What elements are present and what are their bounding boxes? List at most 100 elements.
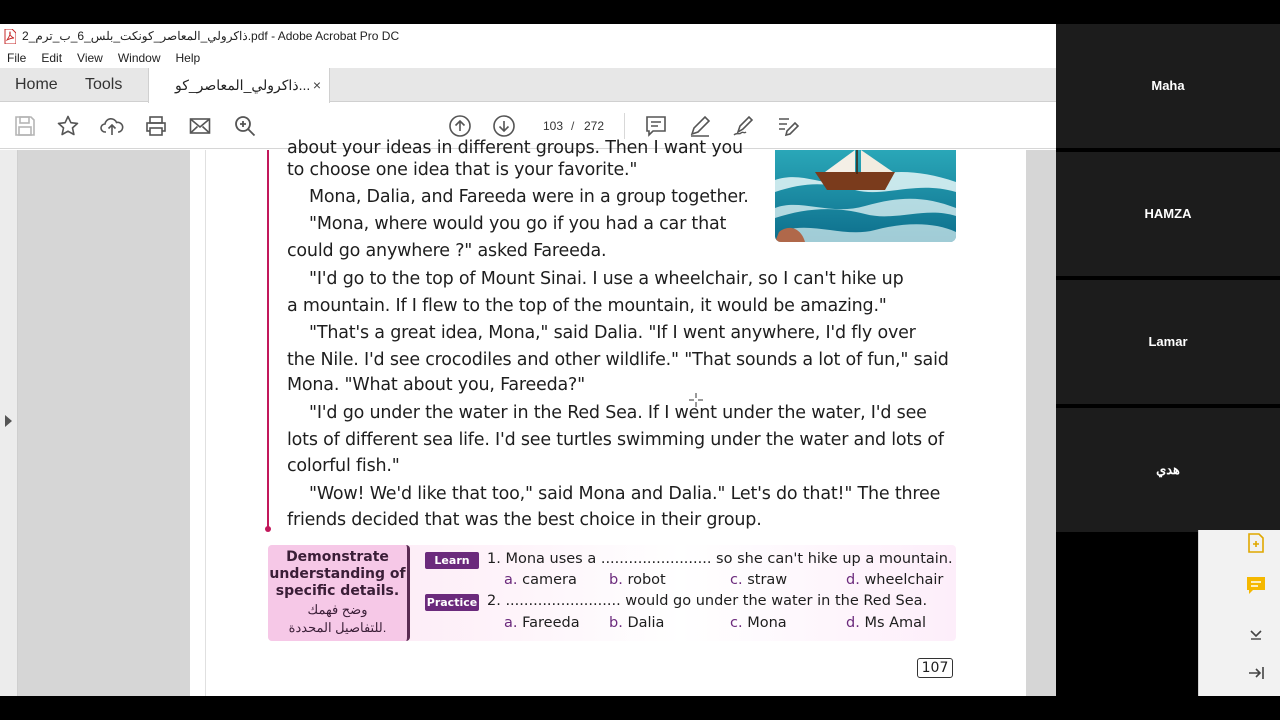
comment-icon[interactable]	[644, 114, 668, 138]
page-margin-line	[205, 150, 206, 696]
story-line: about your ideas in different groups. Th…	[287, 138, 743, 158]
page-down-icon[interactable]	[492, 114, 516, 138]
tab-document-label: ذاكرولي_المعاصر_كو...	[175, 77, 311, 93]
participant-tile[interactable]: Maha	[1056, 24, 1280, 148]
search-icon[interactable]	[233, 114, 257, 138]
question-2: 2. ......................... would go un…	[487, 593, 928, 609]
activity-box: Demonstrate understanding of specific de…	[268, 545, 956, 641]
window-title: ذاكرولي_المعاصر_كونكت_بلس_6_ب_ترم_2.pdf …	[22, 29, 400, 43]
sign-icon[interactable]	[732, 114, 756, 138]
skill-heading-line: Demonstrate	[286, 549, 389, 565]
pdf-page: about your ideas in different groups. Th…	[190, 138, 1026, 696]
story-line: a mountain. If I flew to the top of the …	[287, 296, 887, 316]
toolbar-divider	[624, 113, 625, 139]
story-line: "That's a great idea, Mona," said Dalia.…	[309, 323, 916, 343]
page-total: 272	[584, 119, 605, 133]
story-line: Mona. "What about you, Fareeda?"	[287, 375, 585, 395]
story-line: lots of different sea life. I'd see turt…	[287, 430, 944, 450]
acrobat-window: ذاكرولي_المعاصر_كونكت_بلس_6_ب_ترم_2.pdf …	[0, 24, 1056, 696]
collapse-panel-icon[interactable]	[1245, 662, 1267, 684]
option-letter: b.	[609, 572, 623, 588]
option-text: camera	[522, 572, 577, 588]
participant-name: Lamar	[1148, 334, 1188, 349]
participant-name: HAMZA	[1144, 206, 1192, 221]
close-tab-icon[interactable]: ×	[313, 68, 321, 102]
participant-tile[interactable]: HAMZA	[1056, 152, 1280, 276]
left-panel-toggle[interactable]	[0, 150, 18, 696]
edit-icon[interactable]	[776, 114, 800, 138]
menu-help[interactable]: Help	[169, 51, 209, 65]
story-line: "I'd go under the water in the Red Sea. …	[309, 403, 927, 423]
page-number-input[interactable]: 103	[532, 116, 574, 136]
star-icon[interactable]	[56, 114, 80, 138]
menu-window[interactable]: Window	[111, 51, 169, 65]
right-tools-panel	[1198, 530, 1280, 696]
tab-home[interactable]: Home	[15, 68, 58, 102]
option-letter: c.	[730, 615, 743, 631]
story-margin-dot	[265, 526, 271, 532]
option-letter: b.	[609, 615, 623, 631]
option-text: straw	[747, 572, 788, 588]
skill-heading-arabic: وضح فهمك	[307, 602, 368, 617]
option-text: wheelchair	[864, 572, 944, 588]
title-bar: ذاكرولي_المعاصر_كونكت_بلس_6_ب_ترم_2.pdf …	[0, 24, 1056, 48]
option-text: Fareeda	[522, 615, 580, 631]
menu-bar: File Edit View Window Help	[0, 48, 1056, 68]
menu-edit[interactable]: Edit	[34, 51, 70, 65]
menu-file[interactable]: File	[0, 51, 34, 65]
q2-option-d: d. Ms Amal	[846, 615, 926, 631]
skill-heading-line: specific details.	[275, 583, 400, 599]
export-pdf-icon[interactable]	[1245, 532, 1267, 554]
participant-tile[interactable]: Lamar	[1056, 280, 1280, 404]
comment-tool-icon[interactable]	[1245, 575, 1267, 597]
screen: ذاكرولي_المعاصر_كونكت_بلس_6_ب_ترم_2.pdf …	[0, 0, 1280, 720]
crosshair-cursor-icon	[689, 393, 703, 407]
q2-option-b: b. Dalia	[609, 615, 664, 631]
q1-option-c: c. straw	[730, 572, 787, 588]
story-line: friends decided that was the best choice…	[287, 510, 762, 530]
print-icon[interactable]	[144, 114, 168, 138]
story-line: could go anywhere ?" asked Fareeda.	[287, 241, 607, 261]
q1-option-b: b. robot	[609, 572, 666, 588]
story-line: "Wow! We'd like that too," said Mona and…	[309, 484, 941, 504]
q1-option-d: d. wheelchair	[846, 572, 943, 588]
skill-heading-line: understanding of	[269, 566, 406, 582]
sailboat-illustration	[775, 150, 956, 242]
participant-tile[interactable]: هدي	[1056, 408, 1280, 532]
option-text: Dalia	[627, 615, 665, 631]
pdf-file-icon	[4, 28, 16, 44]
practice-badge: Practice	[425, 594, 479, 611]
option-letter: d.	[846, 572, 860, 588]
option-letter: a.	[504, 615, 518, 631]
chevron-down-icon[interactable]	[1245, 623, 1267, 645]
story-line: "Mona, where would you go if you had a c…	[309, 214, 727, 234]
tab-tools[interactable]: Tools	[85, 68, 122, 102]
story-line: the Nile. I'd see crocodiles and other w…	[287, 350, 949, 370]
menu-view[interactable]: View	[70, 51, 111, 65]
page-number-badge: 107	[917, 658, 953, 678]
option-text: Ms Amal	[864, 615, 927, 631]
mail-icon[interactable]	[188, 114, 212, 138]
option-letter: c.	[730, 572, 743, 588]
skill-heading-box: Demonstrate understanding of specific de…	[268, 545, 410, 641]
learn-badge: Learn	[425, 552, 479, 569]
pen-icon[interactable]	[688, 114, 712, 138]
tab-bar: Home Tools ذاكرولي_المعاصر_كو... ×	[0, 68, 1056, 103]
option-text: Mona	[747, 615, 787, 631]
story-line: "I'd go to the top of Mount Sinai. I use…	[309, 269, 904, 289]
q1-option-a: a. camera	[504, 572, 577, 588]
upload-icon[interactable]	[100, 114, 124, 138]
tab-document[interactable]: ذاكرولي_المعاصر_كو... ×	[148, 68, 330, 103]
skill-heading-arabic: للتفاصيل المحددة.	[288, 620, 387, 635]
story-line: Mona, Dalia, and Fareeda were in a group…	[309, 187, 749, 207]
save-icon[interactable]	[13, 114, 37, 138]
question-1: 1. Mona uses a ........................ …	[487, 551, 953, 567]
option-letter: d.	[846, 615, 860, 631]
chevron-right-icon[interactable]	[5, 415, 12, 427]
q2-option-c: c. Mona	[730, 615, 787, 631]
participant-name: Maha	[1151, 78, 1185, 93]
story-line: colorful fish."	[287, 456, 400, 476]
page-up-icon[interactable]	[448, 114, 472, 138]
document-viewer[interactable]: about your ideas in different groups. Th…	[0, 138, 1056, 696]
participant-name: هدي	[1156, 462, 1180, 477]
